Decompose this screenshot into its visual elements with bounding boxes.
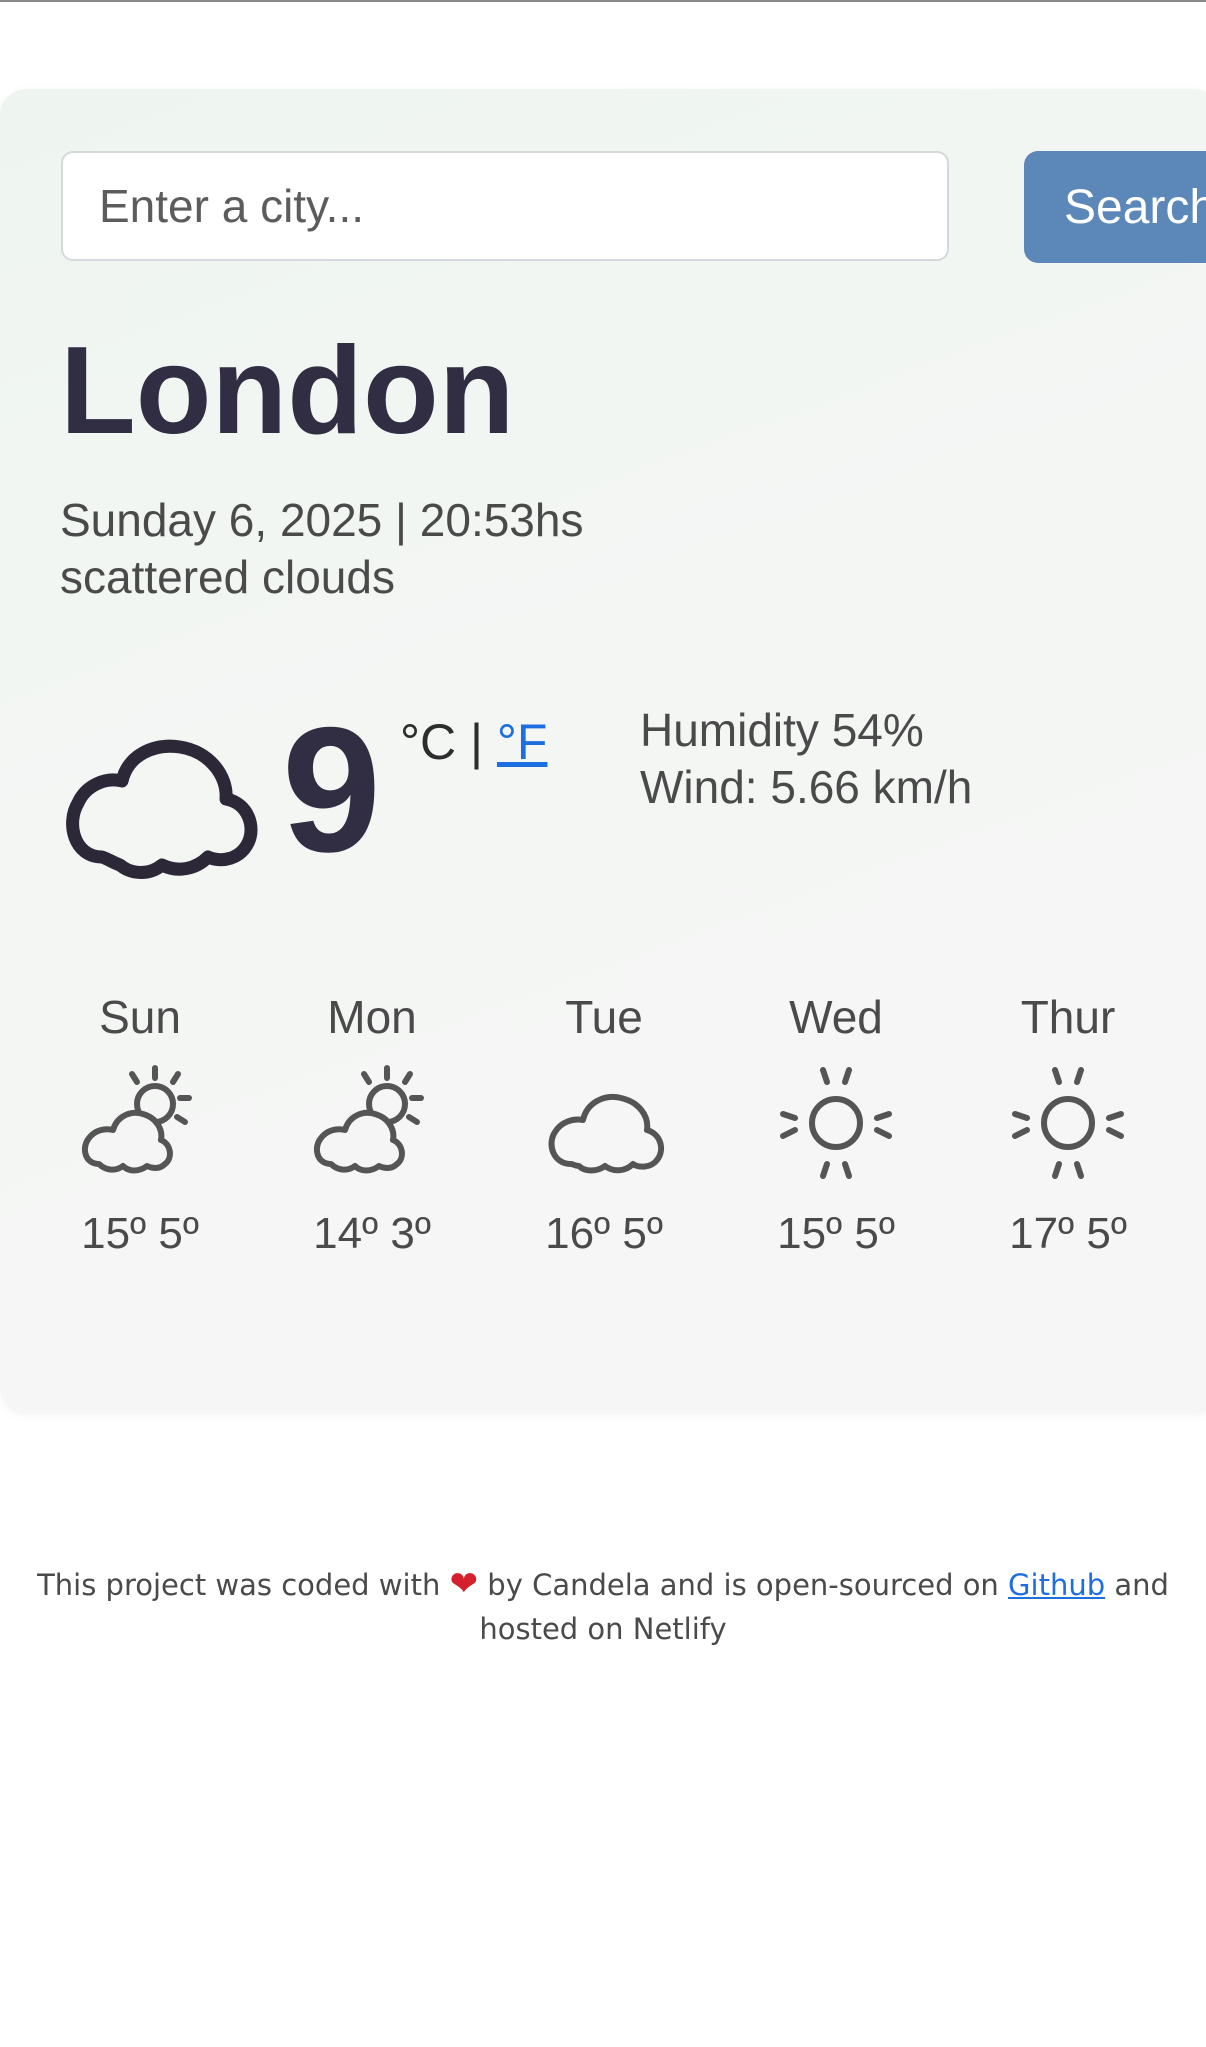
forecast-day-name: Sun (99, 991, 181, 1043)
forecast-day: Tue 16º 5º (488, 994, 720, 1256)
forecast-temps: 16º 5º (545, 1209, 663, 1258)
footer-text: and (1114, 1568, 1169, 1602)
forecast-temps: 15º 5º (81, 1209, 199, 1258)
humidity: Humidity 54% (640, 704, 924, 756)
forecast-day-name: Tue (565, 991, 643, 1043)
footer-text: hosted on Netlify (479, 1612, 727, 1646)
forecast-day-name: Thur (1020, 991, 1116, 1043)
weather-description: scattered clouds (60, 551, 395, 603)
footer-text: This project was coded with (37, 1568, 441, 1602)
forecast-temps: 15º 5º (777, 1209, 895, 1258)
footer: This project was coded with ❤ by Candela… (0, 1562, 1206, 1651)
forecast-day-name: Mon (327, 991, 417, 1043)
forecast-row: Sun 15º 5º Mon 14º 3º Tue 16º 5º Wed 15º… (24, 994, 1184, 1256)
city-search-input[interactable] (61, 151, 949, 261)
forecast-day-name: Wed (789, 991, 883, 1043)
unit-separator: | (470, 714, 484, 770)
sun-icon (1012, 1067, 1124, 1179)
current-temperature: 9 (282, 690, 381, 889)
sun-icon (780, 1067, 892, 1179)
city-name: London (60, 322, 515, 460)
heart-icon: ❤ (449, 1564, 479, 1604)
forecast-day: Wed 15º 5º (720, 994, 952, 1256)
partly-cloudy-icon (81, 1065, 192, 1174)
forecast-temps: 14º 3º (313, 1209, 431, 1258)
forecast-day: Mon 14º 3º (256, 994, 488, 1256)
partly-cloudy-icon (313, 1065, 424, 1174)
top-border (0, 0, 1206, 2)
wind-speed: Wind: 5.66 km/h (640, 761, 973, 813)
cloud-icon (66, 739, 258, 879)
forecast-temps: 17º 5º (1009, 1209, 1127, 1258)
github-link[interactable]: Github (1008, 1568, 1105, 1602)
date-time: Sunday 6, 2025 | 20:53hs (60, 494, 584, 546)
footer-text: by Candela and is open-sourced on (487, 1568, 999, 1602)
fahrenheit-link[interactable]: °F (497, 714, 548, 770)
forecast-day: Thur 17º 5º (952, 994, 1184, 1256)
temperature-units: °C | °F (400, 717, 547, 767)
celsius-unit: °C (400, 714, 457, 770)
search-button[interactable]: Search (1024, 151, 1206, 263)
forecast-day: Sun 15º 5º (24, 994, 256, 1256)
cloud-icon (548, 1094, 665, 1174)
